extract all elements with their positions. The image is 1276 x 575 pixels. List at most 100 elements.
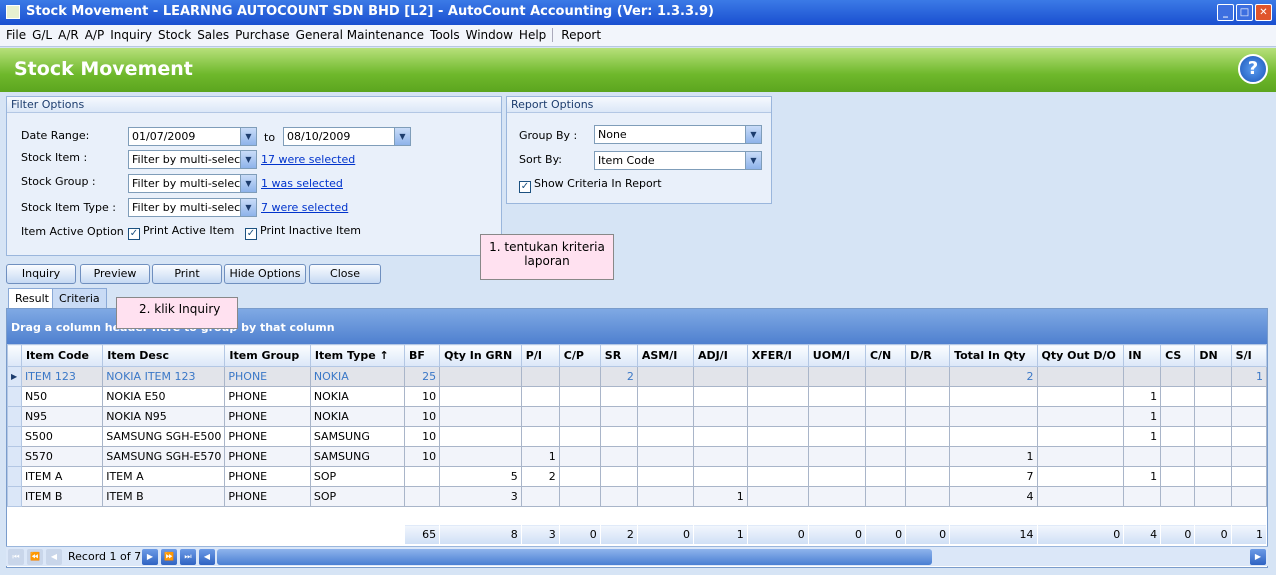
table-cell[interactable] — [1194, 426, 1232, 447]
table-cell[interactable] — [599, 426, 638, 447]
table-cell[interactable] — [905, 406, 951, 427]
print-active-checkbox[interactable]: ✓ Print Active Item — [128, 224, 234, 240]
horizontal-scrollbar-thumb[interactable] — [217, 549, 932, 565]
stock-group-selected-link[interactable]: 1 was selected — [261, 177, 343, 190]
stock-item-selected-link[interactable]: 17 were selected — [261, 153, 355, 166]
table-cell[interactable]: 2 — [599, 366, 638, 387]
table-cell[interactable]: NOKIA — [309, 406, 405, 427]
table-cell[interactable] — [1036, 486, 1125, 507]
table-cell[interactable]: S500 — [20, 426, 104, 447]
table-cell[interactable]: PHONE — [224, 366, 311, 387]
row-indicator[interactable] — [7, 406, 22, 427]
table-cell[interactable]: PHONE — [224, 406, 311, 427]
column-header[interactable]: BF — [403, 344, 441, 367]
table-cell[interactable] — [807, 386, 866, 407]
tab-result[interactable]: Result — [8, 288, 56, 308]
table-cell[interactable] — [636, 366, 694, 387]
table-cell[interactable] — [746, 426, 809, 447]
table-row[interactable]: S570 SAMSUNG SGH-E570 PHONE SAMSUNG 10 1 1 — [7, 446, 1267, 467]
column-header[interactable]: XFER/I — [746, 344, 809, 367]
column-header[interactable]: ASM/I — [636, 344, 694, 367]
close-button[interactable]: Close — [309, 264, 381, 284]
stock-item-select[interactable]: Filter by multi-select ▼ — [128, 150, 257, 169]
table-cell[interactable] — [1123, 366, 1162, 387]
table-cell[interactable]: 10 — [403, 426, 441, 447]
table-cell[interactable] — [746, 486, 809, 507]
column-header[interactable]: SR — [599, 344, 638, 367]
table-cell[interactable] — [636, 386, 694, 407]
row-indicator[interactable] — [7, 486, 22, 507]
table-cell[interactable] — [1123, 486, 1162, 507]
table-cell[interactable] — [1123, 446, 1162, 467]
table-cell[interactable] — [905, 486, 951, 507]
column-header[interactable]: ADJ/I — [692, 344, 748, 367]
table-row[interactable]: ▶ ITEM 123 NOKIA ITEM 123 PHONE NOKIA 25 2 2 1 — [7, 366, 1267, 387]
table-cell[interactable] — [864, 466, 907, 487]
table-cell[interactable] — [558, 466, 601, 487]
table-cell[interactable]: NOKIA N95 — [102, 406, 226, 427]
table-cell[interactable] — [636, 466, 694, 487]
table-cell[interactable] — [807, 446, 866, 467]
next-record-icon[interactable]: ▶ — [142, 549, 158, 565]
table-cell[interactable]: 1 — [692, 486, 748, 507]
chevron-down-icon[interactable]: ▼ — [240, 128, 256, 145]
table-cell[interactable] — [692, 366, 748, 387]
minimize-button[interactable]: _ — [1217, 4, 1234, 21]
last-record-icon[interactable]: ⏭ — [180, 549, 196, 565]
table-cell[interactable] — [403, 466, 441, 487]
table-cell[interactable]: 5 — [439, 466, 522, 487]
table-cell[interactable]: N50 — [20, 386, 104, 407]
date-to-field[interactable]: 08/10/2009 ▼ — [283, 127, 411, 146]
column-header[interactable]: P/I — [520, 344, 560, 367]
table-cell[interactable] — [807, 426, 866, 447]
row-indicator[interactable]: ▶ — [7, 366, 22, 387]
table-cell[interactable]: ITEM B — [20, 486, 104, 507]
table-cell[interactable]: PHONE — [224, 426, 311, 447]
column-header[interactable]: IN — [1123, 344, 1162, 367]
hide-options-button[interactable]: Hide Options — [224, 264, 306, 284]
table-cell[interactable] — [807, 466, 866, 487]
table-cell[interactable] — [692, 406, 748, 427]
column-header[interactable]: Qty Out D/O — [1036, 344, 1125, 367]
table-cell[interactable] — [439, 426, 522, 447]
table-cell[interactable] — [1230, 466, 1267, 487]
chevron-down-icon[interactable]: ▼ — [240, 199, 256, 216]
column-header[interactable]: Item Type ↑ — [309, 344, 405, 367]
menu-inquiry[interactable]: Inquiry — [110, 28, 152, 42]
table-cell[interactable]: SAMSUNG — [309, 426, 405, 447]
show-criteria-checkbox[interactable]: ✓ Show Criteria In Report — [519, 177, 662, 193]
column-header[interactable]: Qty In GRN — [439, 344, 522, 367]
table-cell[interactable] — [558, 486, 601, 507]
table-cell[interactable] — [599, 466, 638, 487]
stock-item-type-select[interactable]: Filter by multi-select ▼ — [128, 198, 257, 217]
table-cell[interactable]: S570 — [20, 446, 104, 467]
table-cell[interactable] — [1194, 466, 1232, 487]
scroll-left-icon[interactable]: ◀ — [199, 549, 215, 565]
table-cell[interactable] — [403, 486, 441, 507]
chevron-down-icon[interactable]: ▼ — [240, 151, 256, 168]
table-cell[interactable] — [1194, 386, 1232, 407]
table-row[interactable]: N50 NOKIA E50 PHONE NOKIA 10 1 — [7, 386, 1267, 407]
table-cell[interactable] — [636, 486, 694, 507]
table-cell[interactable] — [558, 406, 601, 427]
table-cell[interactable]: 1 — [520, 446, 560, 467]
table-cell[interactable]: 1 — [1123, 426, 1162, 447]
table-cell[interactable] — [864, 486, 907, 507]
help-button[interactable]: ? — [1238, 54, 1268, 84]
table-cell[interactable] — [905, 366, 951, 387]
table-cell[interactable] — [1230, 386, 1267, 407]
table-cell[interactable]: 1 — [1123, 386, 1162, 407]
row-indicator[interactable] — [7, 426, 22, 447]
table-cell[interactable] — [905, 446, 951, 467]
column-header[interactable]: C/P — [558, 344, 601, 367]
tab-criteria[interactable]: Criteria — [52, 288, 107, 308]
chevron-down-icon[interactable]: ▼ — [745, 152, 761, 169]
table-cell[interactable] — [558, 446, 601, 467]
table-cell[interactable] — [746, 366, 809, 387]
table-row[interactable]: N95 NOKIA N95 PHONE NOKIA 10 1 — [7, 406, 1267, 427]
close-window-button[interactable]: ✕ — [1255, 4, 1272, 21]
table-cell[interactable] — [599, 406, 638, 427]
table-cell[interactable]: SAMSUNG — [309, 446, 405, 467]
table-cell[interactable]: 4 — [949, 486, 1038, 507]
table-cell[interactable] — [1194, 446, 1232, 467]
